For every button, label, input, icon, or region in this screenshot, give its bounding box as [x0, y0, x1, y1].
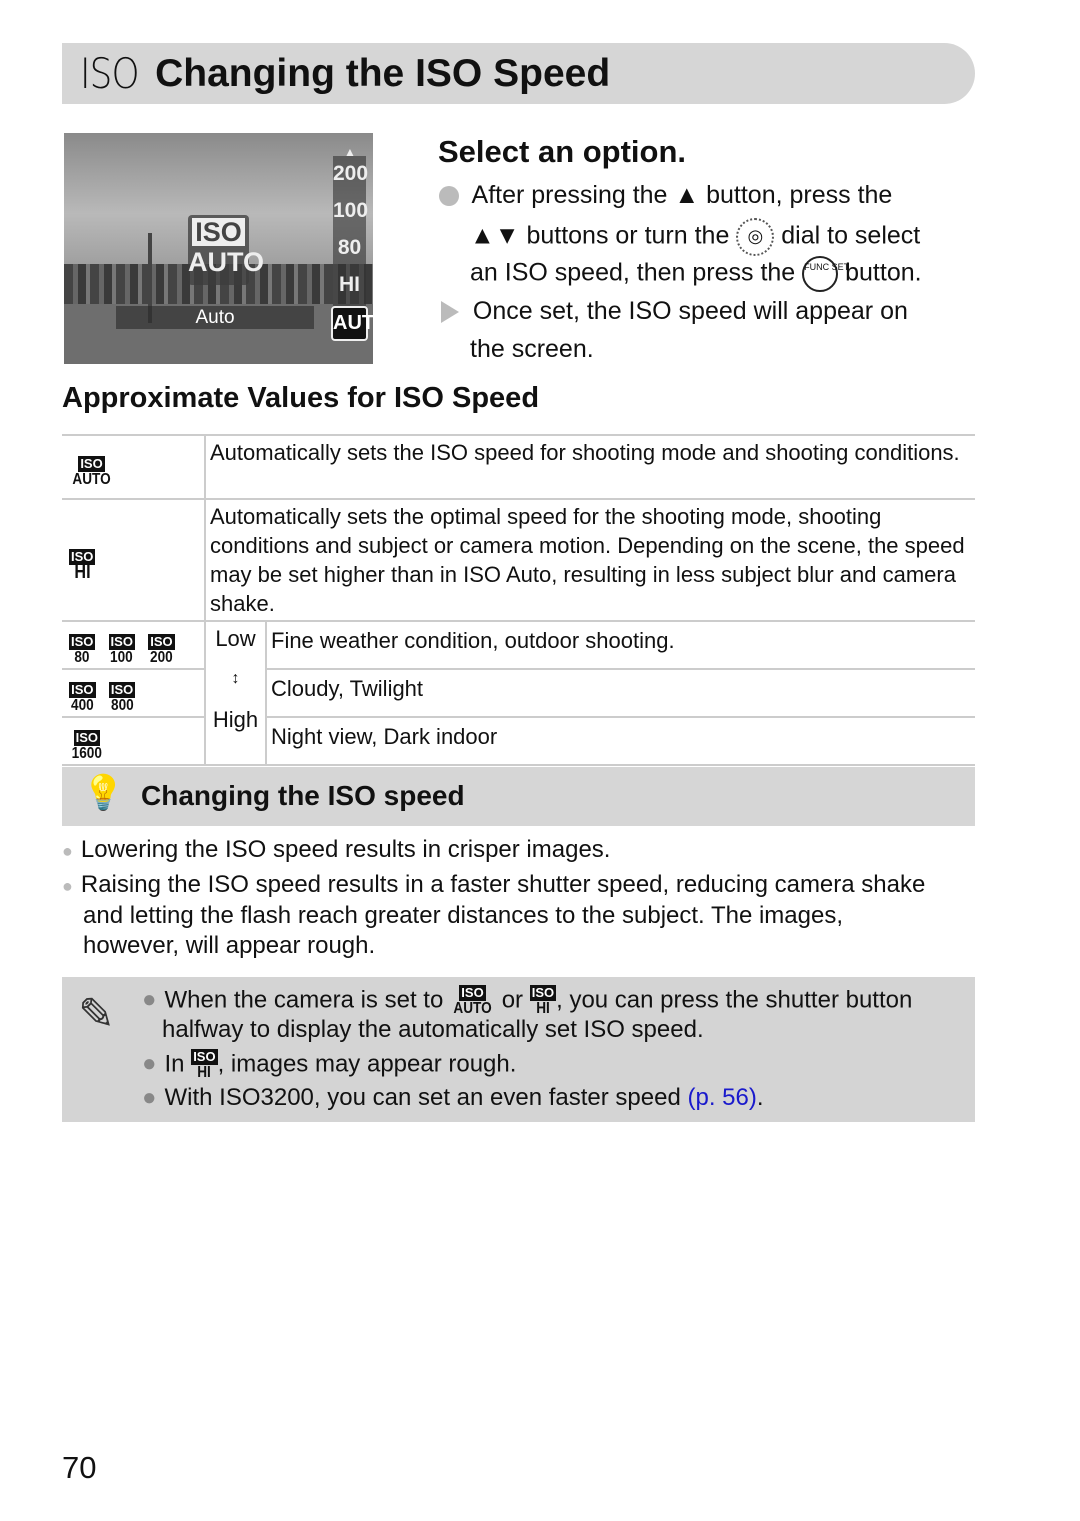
table-row: ISO 80 ISO 100 ISO 200 Low ↕ High Fine weathe…: [62, 620, 975, 766]
low-high-scale: Low ↕ High: [205, 620, 267, 766]
title-band: ISO Changing the ISO Speed: [62, 43, 975, 104]
tip-text: Raising the ISO speed results in a faste…: [80, 871, 926, 898]
step-text: an ISO speed, then press the: [470, 258, 796, 287]
mode-label: Auto: [116, 306, 314, 329]
bullet-icon: ●: [62, 841, 73, 861]
hi-description: Automatically sets the optimal speed for…: [205, 498, 975, 622]
note-text: halfway to display the automatically set…: [162, 1016, 704, 1043]
iso-200-icon: ISO 200: [148, 634, 175, 666]
page-56-link[interactable]: (p. 56): [687, 1084, 756, 1111]
table-row: ISO HI Automatically sets the optimal spe…: [62, 498, 975, 622]
option-100: 100: [333, 199, 369, 222]
auto-description: Automatically sets the ISO speed for sho…: [205, 434, 975, 500]
step-text: dial to select: [781, 221, 921, 250]
bullet-circle-icon: [439, 186, 459, 207]
note-text: With ISO3200, you can set an even faster…: [164, 1084, 681, 1111]
section-title: Approximate Values for ISO Speed: [62, 382, 540, 414]
tip-text: and letting the flash reach greater dist…: [83, 902, 844, 929]
table-row: ISO 1600 Night view, Dark indoor: [62, 716, 975, 766]
tip-box: 💡 Changing the ISO speed: [62, 767, 975, 826]
note-text: , images may appear rough.: [217, 1050, 517, 1078]
iso-hi-icon: ISO HI: [69, 549, 96, 583]
table-row: ISO AUTO Automatically sets the ISO speed…: [62, 434, 975, 500]
iso-values-table: ISO AUTO Automatically sets the ISO speed…: [62, 434, 975, 766]
page-number: 70: [62, 1450, 97, 1485]
iso-auto-icon: ISO AUTO: [72, 456, 111, 488]
iso-hi-icon: ISO HI: [191, 1049, 218, 1081]
result-text: Once set, the ISO speed will appear on: [472, 297, 908, 325]
tip-text: Lowering the ISO speed results in crispe…: [80, 836, 611, 863]
tip-title: Changing the ISO speed: [141, 780, 465, 811]
iso-800-icon: ISO 800: [108, 682, 136, 714]
table-row: ISO 400 ISO 800 Cloudy, Twilight: [62, 668, 975, 718]
bullet-icon: ●: [62, 876, 73, 896]
option-hi: HI: [339, 273, 360, 296]
iso-icon: ISO: [80, 49, 140, 98]
note-text: When the camera is set to: [164, 986, 444, 1014]
note-text: .: [756, 1084, 764, 1111]
result-triangle-icon: [441, 301, 459, 324]
iso-100-icon: ISO 100: [108, 634, 135, 666]
iso-auto-icon: ISO AUTO: [453, 985, 492, 1017]
iso-80-icon: ISO 80: [69, 634, 96, 666]
option-200: 200: [333, 162, 369, 185]
iso-1600-icon: ISO 1600: [71, 730, 102, 762]
step-text: button, press the: [706, 181, 893, 209]
step-title: Select an option.: [438, 134, 687, 169]
note-box: ✎ ● When the camera is set to ISO AUTO or …: [62, 977, 975, 1122]
double-arrow-icon: ↕: [231, 670, 240, 687]
step-text: button.: [845, 258, 922, 287]
tip-text: however, will appear rough.: [83, 932, 376, 959]
result-text: the screen.: [470, 335, 594, 363]
step-text: buttons or turn the: [526, 221, 730, 250]
control-dial-icon: ◎: [736, 218, 775, 256]
note-text: or: [501, 986, 524, 1014]
pencil-icon: ✎: [78, 990, 115, 1039]
low-label: Low: [215, 626, 256, 651]
note-text: , you can press the shutter button: [556, 986, 913, 1014]
up-button-icon: ▲: [674, 181, 700, 209]
iso-400-icon: ISO 400: [69, 682, 96, 714]
row-description: Cloudy, Twilight: [266, 668, 975, 718]
page-title: Changing the ISO Speed: [155, 51, 611, 95]
camera-screen-image: ISOAUTO Auto ▲ 200 100 80 HI AUTO: [64, 133, 373, 364]
up-down-buttons-icon: ▲▼: [470, 221, 520, 250]
step-text: After pressing the: [471, 181, 668, 209]
iso-hi-icon: ISO HI: [529, 985, 557, 1017]
lightbulb-icon: 💡: [82, 774, 125, 812]
option-80: 80: [337, 236, 362, 259]
option-auto-selected: AUTO: [331, 306, 373, 341]
note-text: In: [164, 1050, 185, 1078]
iso-auto-icon: ISO AUTO: [188, 215, 264, 285]
func-set-button-icon: FUNC SET: [802, 256, 849, 292]
high-label: High: [212, 707, 259, 732]
row-description: Fine weather condition, outdoor shooting…: [266, 620, 975, 670]
row-description: Night view, Dark indoor: [266, 716, 975, 766]
